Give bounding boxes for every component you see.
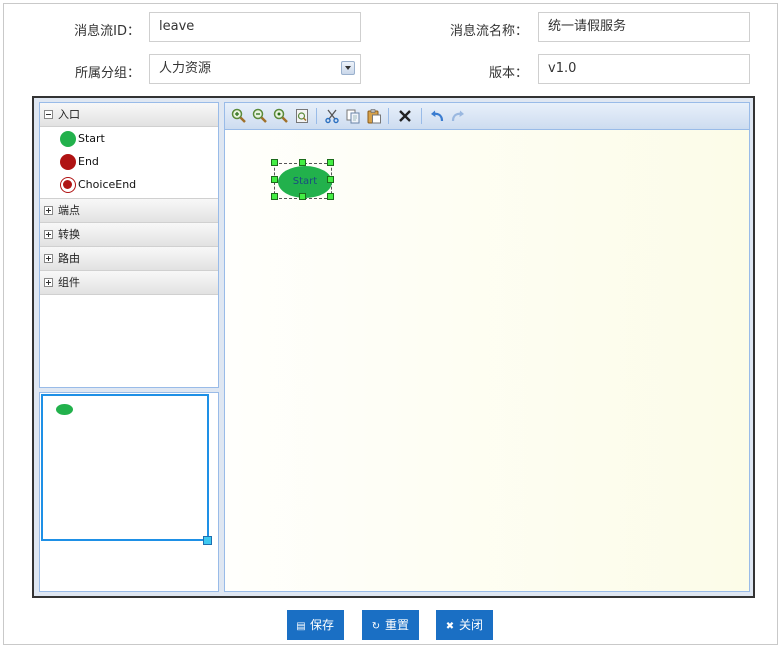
expand-icon[interactable] <box>44 278 53 287</box>
copy-icon[interactable] <box>345 108 361 124</box>
resize-handle[interactable] <box>327 159 334 166</box>
paste-icon[interactable] <box>366 108 382 124</box>
palette-item-label: Start <box>78 132 105 145</box>
flow-designer: 入口 Start End ChoiceEnd 端点 转换 路由 组件 Start <box>32 96 755 598</box>
reset-button[interactable]: ↻ 重置 <box>362 610 420 640</box>
toolbar-separator <box>388 108 389 124</box>
start-node-icon <box>60 131 76 147</box>
resize-handle[interactable] <box>327 176 334 183</box>
end-node-icon <box>60 154 76 170</box>
group-select[interactable]: 人力资源 <box>149 54 361 84</box>
save-icon: ▤ <box>296 621 306 632</box>
resize-handle[interactable] <box>299 193 306 200</box>
overview-resize-handle[interactable] <box>203 536 212 545</box>
palette-section-routing[interactable]: 路由 <box>40 247 218 271</box>
undo-icon[interactable] <box>429 108 445 124</box>
delete-icon[interactable] <box>397 108 413 124</box>
save-button-label: 保存 <box>310 618 335 632</box>
redo-icon[interactable] <box>450 108 466 124</box>
palette-section-label: 端点 <box>58 204 80 217</box>
palette-section-transform[interactable]: 转换 <box>40 223 218 247</box>
group-label: 所属分组： <box>74 66 140 81</box>
palette-section-entry[interactable]: 入口 <box>40 103 218 127</box>
flow-id-label: 消息流ID： <box>74 24 140 39</box>
cut-icon[interactable] <box>324 108 340 124</box>
palette-item-choice-end[interactable]: ChoiceEnd <box>40 173 218 198</box>
expand-icon[interactable] <box>44 230 53 239</box>
close-icon: ✖ <box>445 621 455 632</box>
resize-handle[interactable] <box>271 159 278 166</box>
canvas-panel: Start <box>224 102 750 592</box>
close-button-label: 关闭 <box>459 618 484 632</box>
chevron-down-icon[interactable] <box>341 61 355 75</box>
collapse-icon[interactable] <box>44 110 53 119</box>
close-button[interactable]: ✖ 关闭 <box>436 610 494 640</box>
zoom-in-icon[interactable] <box>231 108 247 124</box>
resize-handle[interactable] <box>271 193 278 200</box>
choice-end-node-icon <box>60 177 76 193</box>
version-input[interactable]: v1.0 <box>538 54 750 84</box>
palette-item-label: End <box>78 155 99 168</box>
drawing-canvas[interactable]: Start <box>225 130 749 591</box>
fit-page-icon[interactable] <box>294 108 310 124</box>
palette-item-label: ChoiceEnd <box>78 178 137 191</box>
flow-name-input[interactable]: 统一请假服务 <box>538 12 750 42</box>
expand-icon[interactable] <box>44 254 53 263</box>
palette-section-label: 组件 <box>58 276 80 289</box>
palette-item-start[interactable]: Start <box>40 127 218 150</box>
resize-handle[interactable] <box>299 159 306 166</box>
palette-section-endpoint[interactable]: 端点 <box>40 198 218 223</box>
flow-id-input[interactable]: leave <box>149 12 361 42</box>
resize-handle[interactable] <box>327 193 334 200</box>
palette-section-label: 路由 <box>58 252 80 265</box>
canvas-toolbar <box>225 103 749 130</box>
save-button[interactable]: ▤ 保存 <box>287 610 345 640</box>
refresh-icon: ↻ <box>371 621 381 632</box>
expand-icon[interactable] <box>44 206 53 215</box>
reset-button-label: 重置 <box>385 618 410 632</box>
version-label: 版本： <box>488 66 528 81</box>
overview-viewport[interactable] <box>41 394 209 541</box>
toolbar-separator <box>421 108 422 124</box>
palette-section-label: 入口 <box>58 108 80 121</box>
flow-name-label: 消息流名称： <box>449 24 528 39</box>
palette-section-label: 转换 <box>58 228 80 241</box>
palette-section-component[interactable]: 组件 <box>40 271 218 295</box>
toolbar-separator <box>316 108 317 124</box>
group-select-value: 人力资源 <box>159 61 212 76</box>
zoom-out-icon[interactable] <box>252 108 268 124</box>
overview-panel <box>39 392 219 592</box>
zoom-actual-icon[interactable] <box>273 108 289 124</box>
palette-item-end[interactable]: End <box>40 150 218 173</box>
node-palette: 入口 Start End ChoiceEnd 端点 转换 路由 组件 <box>39 102 219 388</box>
resize-handle[interactable] <box>271 176 278 183</box>
